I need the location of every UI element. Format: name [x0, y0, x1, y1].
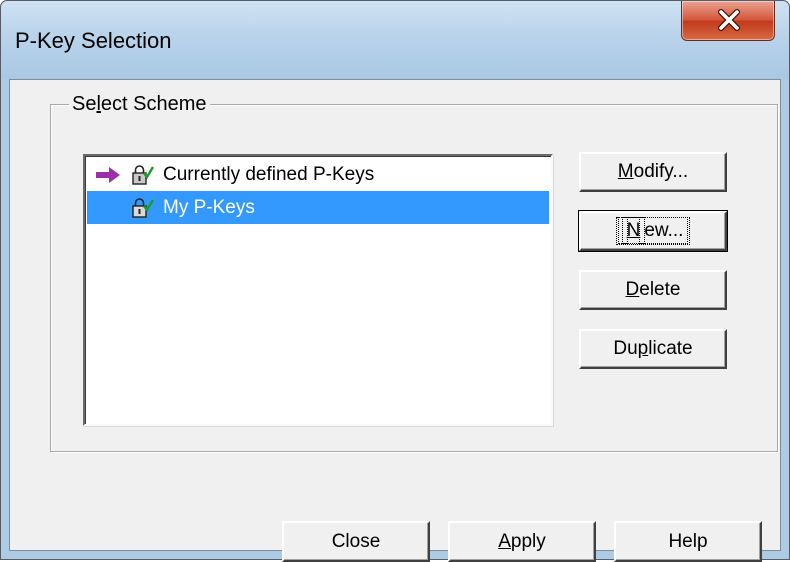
list-item-currently-defined[interactable]: Currently defined P-Keys: [87, 158, 549, 191]
mnemonic: N: [621, 217, 646, 244]
close-button-label: Close: [331, 530, 381, 552]
mnemonic: A: [498, 530, 511, 552]
list-item-label: My P-Keys: [163, 197, 255, 218]
delete-button[interactable]: Delete: [579, 270, 727, 310]
label-part: ew...: [639, 217, 689, 244]
list-item-my-pkeys[interactable]: My P-Keys: [87, 191, 549, 224]
scheme-listbox[interactable]: Currently defined P-Keys My P-Keys: [83, 154, 553, 426]
mnemonic: p: [637, 338, 649, 359]
locked-key-icon: [132, 198, 155, 218]
group-label: Select Scheme: [69, 92, 210, 116]
close-x-icon: [718, 9, 740, 31]
close-button[interactable]: Close: [282, 521, 430, 562]
label-part: elete: [639, 279, 681, 300]
modify-button-label: Modify...: [618, 161, 688, 183]
mnemonic: D: [625, 279, 640, 300]
locked-key-icon: [132, 165, 155, 185]
arrow-right-icon: [96, 167, 120, 183]
new-button-label: New...: [615, 217, 691, 245]
duplicate-button-label: Duplicate: [613, 338, 692, 360]
delete-button-label: Delete: [626, 279, 681, 301]
help-button[interactable]: Help: [614, 521, 762, 562]
label-part: pply: [510, 530, 546, 552]
help-button-label: Help: [668, 530, 708, 552]
dialog-client-area: Select Scheme Currently defined P-Keys M…: [9, 79, 781, 562]
select-scheme-group: Select Scheme Currently defined P-Keys M…: [50, 92, 778, 452]
new-button[interactable]: New...: [578, 210, 728, 252]
mnemonic: M: [617, 161, 634, 182]
modify-button[interactable]: Modify...: [579, 152, 727, 192]
apply-button[interactable]: Apply: [448, 521, 596, 562]
list-item-label: Currently defined P-Keys: [163, 164, 375, 185]
label-part: [617, 217, 628, 244]
label-part: licate: [648, 338, 693, 359]
title-bar[interactable]: P-Key Selection: [1, 1, 789, 79]
window-close-button[interactable]: [681, 1, 775, 41]
label-part: odify...: [633, 161, 689, 182]
window-title: P-Key Selection: [15, 28, 172, 53]
duplicate-button[interactable]: Duplicate: [579, 329, 727, 369]
apply-button-label: Apply: [498, 531, 546, 553]
label-part: Du: [613, 338, 638, 359]
dialog-window: P-Key Selection Select Scheme Currently …: [0, 0, 790, 562]
